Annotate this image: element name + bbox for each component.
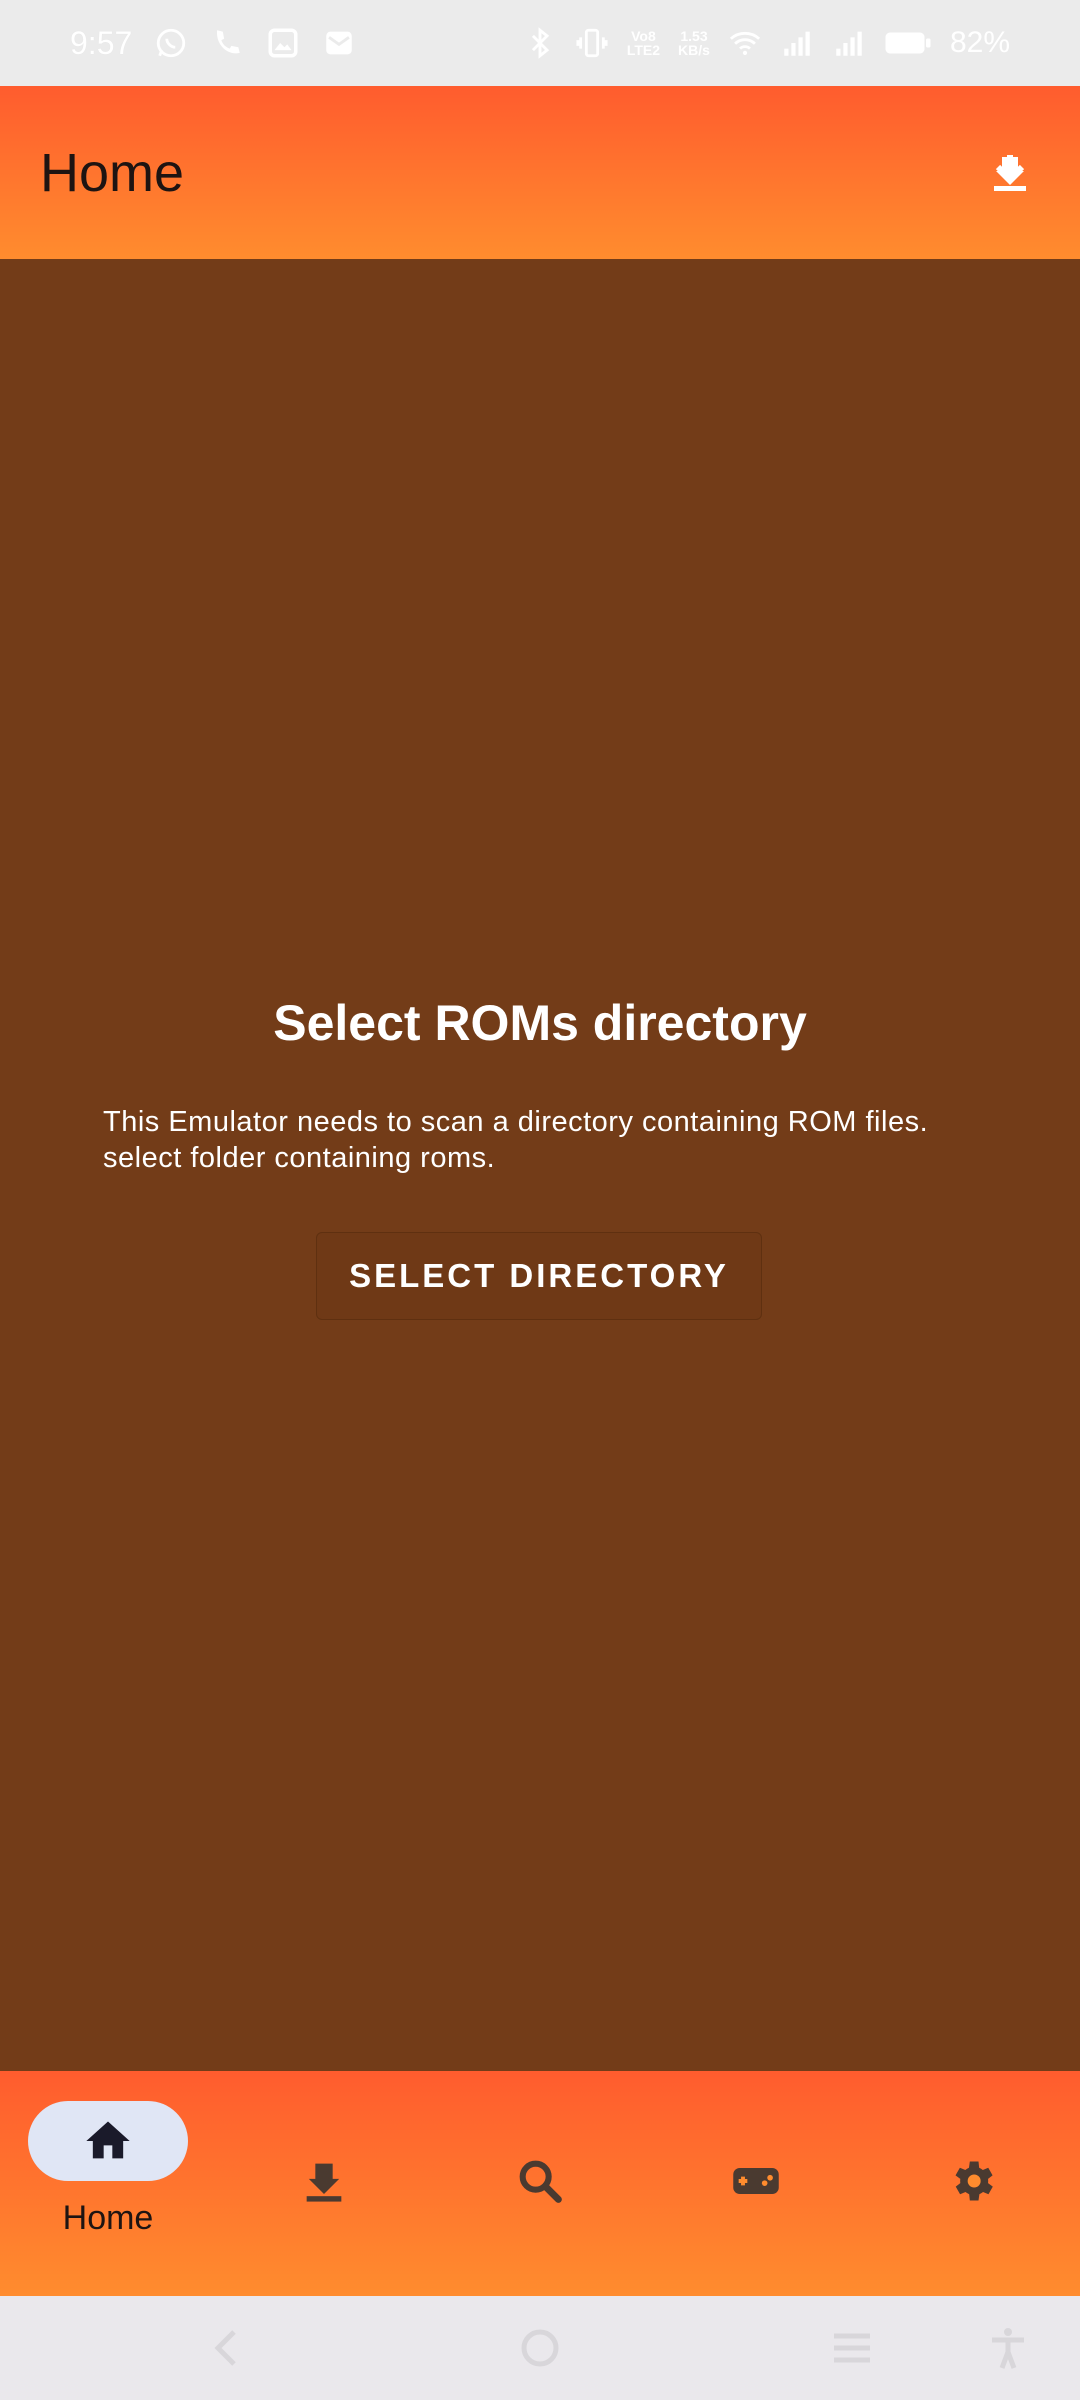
app-bar: Home (0, 86, 1080, 259)
nav-item-search[interactable] (432, 2071, 648, 2296)
download-icon (306, 2163, 342, 2202)
home-icon (86, 2121, 130, 2159)
recents-icon (834, 2333, 870, 2363)
status-time: 9:57 (70, 24, 133, 61)
net-speed-unit: KB/s (678, 42, 710, 58)
empty-state-title: Select ROMs directory (273, 995, 807, 1051)
system-back-button[interactable] (196, 2316, 260, 2380)
status-right: Vo8 LTE2 1.53 KB/s 82% (523, 26, 1010, 60)
download-icon (994, 154, 1026, 191)
nav-item-settings[interactable] (864, 2071, 1080, 2296)
accessibility-icon (992, 2328, 1024, 2369)
call-icon (210, 26, 244, 60)
bottom-navigation: Home (0, 2071, 1080, 2296)
main-content: Select ROMs directory This Emulator need… (0, 259, 1080, 2071)
gamepad-icon (733, 2168, 779, 2194)
wifi-icon (728, 26, 762, 60)
battery-icon (884, 26, 932, 60)
system-home-button[interactable] (508, 2316, 572, 2380)
status-bar: 9:57 Vo8 LTE2 1.53 KB/s 82% (0, 0, 1080, 86)
vibrate-icon (575, 26, 609, 60)
lte-bottom: LTE2 (626, 42, 661, 58)
settings-icon (955, 2161, 993, 2201)
net-speed: 1.53 KB/s (678, 29, 710, 57)
download-button[interactable] (980, 143, 1040, 203)
nav-label-home: Home (62, 2199, 154, 2237)
system-recents-button[interactable] (820, 2316, 884, 2380)
nav-item-home[interactable]: Home (0, 2071, 216, 2296)
battery-percent: 82% (949, 26, 1010, 59)
signal-icon (780, 26, 814, 60)
whatsapp-icon (154, 26, 188, 60)
nav-pill-downloads (244, 2141, 404, 2221)
lte-indicator: Vo8 LTE2 (627, 29, 660, 57)
system-accessibility-button[interactable] (976, 2316, 1040, 2380)
mail-icon (322, 26, 356, 60)
empty-state-description: This Emulator needs to scan a directory … (103, 1106, 929, 1174)
nav-pill-games (676, 2141, 836, 2221)
gallery-icon (266, 26, 300, 60)
status-left: 9:57 (70, 25, 356, 62)
select-directory-button[interactable]: SELECT DIRECTORY (316, 1232, 762, 1320)
nav-item-games[interactable] (648, 2071, 864, 2296)
signal-icon (832, 26, 866, 60)
nav-item-downloads[interactable] (216, 2071, 432, 2296)
page-title: Home (40, 142, 185, 203)
search-icon (519, 2160, 562, 2203)
home-circle-icon (521, 2329, 559, 2367)
nav-pill-search (460, 2141, 620, 2221)
back-icon (214, 2330, 236, 2366)
nav-pill-home (28, 2101, 188, 2181)
nav-pill-settings (892, 2141, 1052, 2221)
bluetooth-icon (523, 26, 557, 60)
system-navigation-bar (0, 2296, 1080, 2400)
